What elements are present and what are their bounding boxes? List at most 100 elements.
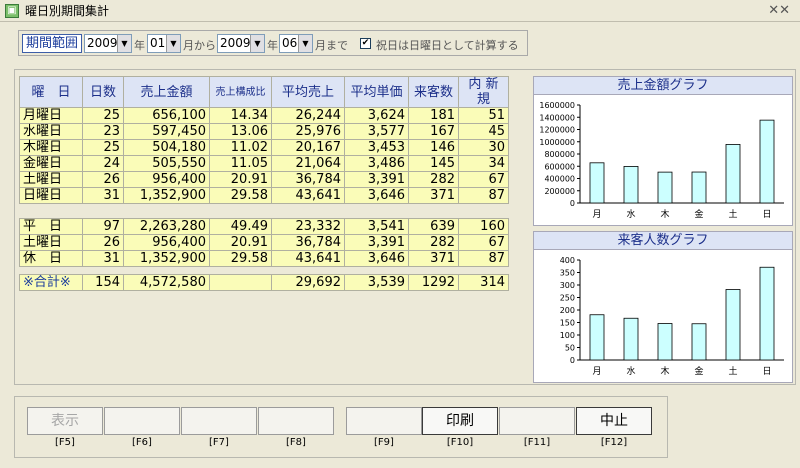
value-cell: 639 <box>408 218 459 235</box>
from-year-value: 2009 <box>87 36 118 50</box>
value-cell: 656,100 <box>123 107 210 124</box>
to-month-value: 06 <box>282 36 298 50</box>
holiday-checkbox[interactable]: ✔ <box>360 38 371 49</box>
value-cell: 25,976 <box>271 123 345 140</box>
to-month-select[interactable]: 06 ▼ <box>279 34 313 53</box>
x-tick-label: 月 <box>592 366 601 377</box>
value-cell: 11.05 <box>209 155 272 172</box>
function-button-f10[interactable]: 印刷 <box>422 407 498 435</box>
value-cell: 146 <box>408 139 459 156</box>
to-year-unit: 年 <box>267 39 278 52</box>
y-tick-label: 300 <box>560 281 575 290</box>
value-cell: 49.49 <box>209 218 272 235</box>
y-tick-label: 1400000 <box>539 113 575 122</box>
value-cell: 29,692 <box>271 274 345 291</box>
chevron-down-icon[interactable]: ▼ <box>117 35 131 52</box>
value-cell: 25 <box>82 107 124 124</box>
bar <box>589 162 605 204</box>
function-key-label: [F6] <box>132 437 152 448</box>
chevron-down-icon[interactable]: ▼ <box>166 35 180 52</box>
value-cell: 87 <box>458 187 509 204</box>
function-key-label: [F9] <box>374 437 394 448</box>
column-header: 売上構成比 <box>209 76 272 108</box>
value-cell: 3,391 <box>344 234 409 251</box>
function-button-f9[interactable] <box>346 407 422 435</box>
to-year-value: 2009 <box>220 36 251 50</box>
function-button-f5[interactable]: 表示 <box>27 407 103 435</box>
value-cell: 20.91 <box>209 171 272 188</box>
value-cell: 956,400 <box>123 171 210 188</box>
value-cell: 36,784 <box>271 171 345 188</box>
value-cell: 43,641 <box>271 250 345 267</box>
from-month-select[interactable]: 01 ▼ <box>147 34 181 53</box>
value-cell: 181 <box>408 107 459 124</box>
function-button-f11[interactable] <box>499 407 575 435</box>
column-header: 内 新規 <box>458 76 509 108</box>
value-cell: 20,167 <box>271 139 345 156</box>
value-cell: 23 <box>82 123 124 140</box>
value-cell: 13.06 <box>209 123 272 140</box>
y-tick-label: 800000 <box>544 150 575 159</box>
bar <box>725 289 741 361</box>
table-row: ※合計※ 154 4,572,580 29,692 3,539 1292 314 <box>19 274 509 291</box>
x-tick-label: 水 <box>626 208 635 220</box>
chevron-down-icon[interactable]: ▼ <box>250 35 264 52</box>
close-icon[interactable]: ✕✕ <box>768 3 790 18</box>
row-label-cell: 木曜日 <box>19 139 83 156</box>
sales-chart-plot: 0 200000 400000 600000 800000 1000000 1200000 1… <box>539 101 784 220</box>
visitors-chart-plot: 0 50 100 150 200 250 300 350 400 月 水 木 金 土 日 <box>560 256 784 377</box>
function-key-label: [F7] <box>209 437 229 448</box>
row-label-cell: 月曜日 <box>19 107 83 124</box>
value-cell: 371 <box>408 187 459 204</box>
y-tick-label: 600000 <box>544 162 575 171</box>
chevron-down-icon[interactable]: ▼ <box>298 35 312 52</box>
period-range-label: 期間範囲 <box>22 34 82 53</box>
y-tick-label: 400000 <box>544 175 575 184</box>
row-label-cell: 休 日 <box>19 250 83 267</box>
value-cell: 282 <box>408 234 459 251</box>
x-tick-label: 木 <box>660 365 669 377</box>
y-tick-label: 1000000 <box>539 138 575 147</box>
value-cell: 956,400 <box>123 234 210 251</box>
x-tick-label: 金 <box>694 208 703 220</box>
value-cell: 31 <box>82 187 124 204</box>
value-cell: 97 <box>82 218 124 235</box>
value-cell: 23,332 <box>271 218 345 235</box>
bar <box>759 266 775 361</box>
from-month-value: 01 <box>150 36 166 50</box>
visitors-chart-title: 来客人数グラフ <box>534 232 792 250</box>
function-button-f6[interactable] <box>104 407 180 435</box>
x-tick-label: 水 <box>626 365 635 377</box>
value-cell: 36,784 <box>271 234 345 251</box>
value-cell: 505,550 <box>123 155 210 172</box>
value-cell: 31 <box>82 250 124 267</box>
visitors-chart: 来客人数グラフ 0 50 100 150 200 250 300 350 400 月 水 木 金 土 日 <box>533 231 793 383</box>
y-tick-label: 200000 <box>544 187 575 196</box>
value-cell: 1292 <box>408 274 459 291</box>
value-cell: 2,263,280 <box>123 218 210 235</box>
row-label-cell: 日曜日 <box>19 187 83 204</box>
x-tick-label: 木 <box>660 208 669 220</box>
y-tick-label: 250 <box>560 294 575 303</box>
value-cell: 87 <box>458 250 509 267</box>
from-year-select[interactable]: 2009 ▼ <box>84 34 132 53</box>
table-row: 木曜日 25 504,180 11.02 20,167 3,453 146 30 <box>19 139 509 156</box>
value-cell: 1,352,900 <box>123 250 210 267</box>
value-cell: 14.34 <box>209 107 272 124</box>
value-cell: 282 <box>408 171 459 188</box>
value-cell: 3,486 <box>344 155 409 172</box>
function-button-f7[interactable] <box>181 407 257 435</box>
function-key-label: [F11] <box>523 437 551 448</box>
function-button-f12[interactable]: 中止 <box>576 407 652 435</box>
y-tick-label: 150 <box>560 319 575 328</box>
table-row: 休 日 31 1,352,900 29.58 43,641 3,646 371 87 <box>19 250 509 267</box>
window-title: 曜日別期間集計 <box>25 4 110 18</box>
value-cell: 51 <box>458 107 509 124</box>
weekday-table: 曜 日 日数 売上金額 売上構成比 平均売上 平均単価 来客数 内 新規 月曜日… <box>19 76 509 204</box>
function-button-f8[interactable] <box>258 407 334 435</box>
value-cell: 4,572,580 <box>123 274 210 291</box>
column-header: 曜 日 <box>19 76 83 108</box>
y-tick-label: 1200000 <box>539 126 575 135</box>
to-year-select[interactable]: 2009 ▼ <box>217 34 265 53</box>
value-cell: 314 <box>458 274 509 291</box>
